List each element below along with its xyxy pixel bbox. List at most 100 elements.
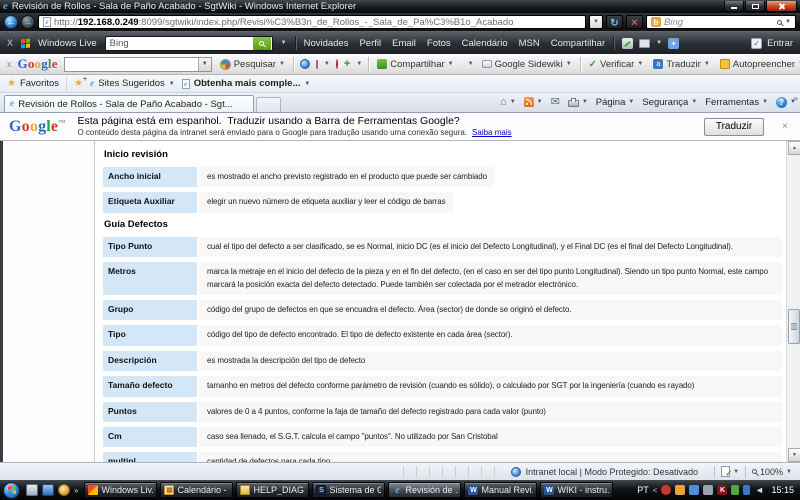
compatibility-view-button[interactable]: ▼ <box>721 466 739 477</box>
show-desktop-icon[interactable] <box>26 484 38 496</box>
chevron-down-icon[interactable]: ▼ <box>656 40 662 46</box>
word-icon: W <box>544 485 554 495</box>
add-contact-icon[interactable]: + <box>668 38 679 49</box>
popup-blocker-icon[interactable] <box>336 59 338 69</box>
live-menu-fotos[interactable]: Fotos <box>427 38 451 49</box>
tray-expand-button[interactable]: < <box>653 486 658 495</box>
definition-cell: tamanho en metros del defecto conforme p… <box>199 376 782 396</box>
taskbar-task-windows-live[interactable]: Windows Liv... <box>84 482 157 498</box>
feeds-button[interactable]: ▼ <box>524 97 543 107</box>
taskbar-task-manual[interactable]: W Manual Revi... <box>464 482 537 498</box>
tools-menu-button[interactable]: Ferramentas▼ <box>705 97 768 108</box>
google-search-input[interactable]: ▼ <box>64 57 212 72</box>
live-menu-perfil[interactable]: Perfil <box>359 38 381 49</box>
live-menu-novidades[interactable]: Novidades <box>304 38 349 49</box>
clock[interactable]: 15:15 <box>771 485 794 495</box>
security-menu-button[interactable]: Segurança▼ <box>642 97 697 108</box>
mobile-device-icon[interactable] <box>743 485 750 495</box>
page-menu-button[interactable]: Página▼ <box>596 97 635 108</box>
taskbar-task-revision[interactable]: e Revisión de ... <box>388 482 461 498</box>
autofill-button[interactable]: Autopreencher ▼ <box>718 58 800 71</box>
scrollbar-thumb[interactable] <box>788 309 800 344</box>
vertical-scrollbar[interactable]: ▲ ▼ <box>786 141 800 462</box>
live-search-dropdown-icon[interactable]: ▼ <box>281 40 287 46</box>
add-favorite-icon[interactable]: + <box>74 78 83 89</box>
home-button[interactable]: ▼ <box>500 97 516 108</box>
live-menu-msn[interactable]: MSN <box>519 38 540 49</box>
get-more-addons-button[interactable]: e Obtenha mais comple... ▼ <box>182 78 311 89</box>
definition-cell: marca la metraje en el inicio del defect… <box>199 262 782 295</box>
network-icon[interactable] <box>703 485 713 495</box>
add-gadget-icon[interactable]: + <box>344 59 350 70</box>
stop-button[interactable] <box>626 15 643 29</box>
battery-icon[interactable] <box>731 485 739 495</box>
tab-active[interactable]: e Revisión de Rollos - Sala de Paño Acab… <box>4 95 254 112</box>
definition-row: Metros marca la metraje en el inicio del… <box>103 262 782 295</box>
live-search-input[interactable]: Bing <box>105 36 273 51</box>
learn-more-link[interactable]: Saiba mais <box>472 128 512 137</box>
volume-icon[interactable]: ◄ <box>754 485 764 495</box>
language-indicator[interactable]: PT <box>637 485 649 495</box>
live-menu-email[interactable]: Email <box>392 38 416 49</box>
security-alert-icon[interactable] <box>661 485 671 495</box>
live-search-button[interactable] <box>253 37 271 50</box>
quick-launch-overflow-button[interactable]: » <box>74 486 78 495</box>
spellcheck-button[interactable]: Verificar ▼ <box>587 58 646 71</box>
new-tab-button[interactable] <box>256 97 281 112</box>
print-button[interactable]: ▼ <box>568 97 588 107</box>
maximize-button[interactable] <box>745 1 765 12</box>
suggested-sites-button[interactable]: e Sites Sugeridos ▼ <box>90 78 175 89</box>
section-header: Inicio revisión <box>104 149 782 160</box>
taskbar-task-sistema[interactable]: S Sistema de G... <box>312 482 385 498</box>
window-icon[interactable] <box>639 39 650 48</box>
address-dropdown-button[interactable]: ▼ <box>589 15 603 29</box>
chevron-down-icon[interactable]: ▼ <box>468 61 474 67</box>
command-overflow-button[interactable]: » <box>794 94 798 103</box>
refresh-button[interactable] <box>606 15 623 29</box>
earth-icon[interactable] <box>300 59 310 69</box>
share-button[interactable]: Compartilhar ▼ <box>375 58 455 71</box>
compose-icon[interactable] <box>622 38 633 49</box>
search-icon[interactable] <box>777 20 782 25</box>
start-button[interactable] <box>3 482 20 499</box>
favorites-button[interactable]: Favoritos <box>7 78 59 89</box>
google-logo: Google <box>18 56 58 72</box>
address-input[interactable]: e http://192.168.0.249:8099/sgtwiki/inde… <box>38 15 586 29</box>
scroll-up-button[interactable]: ▲ <box>788 141 800 155</box>
bookmarks-icon[interactable] <box>316 60 318 69</box>
google-search-dropdown[interactable]: ▼ <box>198 58 211 71</box>
live-toolbar-close-button[interactable]: X <box>7 38 13 48</box>
back-button[interactable] <box>4 15 18 29</box>
read-mail-button[interactable] <box>551 97 560 108</box>
chevron-down-icon[interactable]: ▼ <box>356 61 362 67</box>
people-icon[interactable] <box>689 485 699 495</box>
sign-in-button[interactable]: Entrar <box>751 38 793 49</box>
sidewiki-button[interactable]: Google Sidewiki ▼ <box>480 58 574 71</box>
taskbar-task-calendario[interactable]: ▦ Calendário - ... <box>160 482 233 498</box>
translate-confirm-button[interactable]: Traduzir <box>704 118 764 136</box>
live-menu-calendario[interactable]: Calendário <box>462 38 508 49</box>
notification-close-button[interactable]: × <box>782 121 788 132</box>
taskbar-task-wiki[interactable]: W WIKI - instru... <box>540 482 613 498</box>
windows-live-brand[interactable]: Windows Live <box>38 38 97 49</box>
google-toolbar-close-button[interactable]: x <box>7 59 12 69</box>
close-button[interactable] <box>766 1 797 12</box>
page-icon: e <box>182 79 190 89</box>
live-menu-compartilhar[interactable]: Compartilhar <box>551 38 605 49</box>
search-dropdown-icon[interactable]: ▼ <box>785 19 791 25</box>
scroll-down-button[interactable]: ▼ <box>788 448 800 462</box>
forward-button[interactable] <box>21 15 35 29</box>
minimize-button[interactable] <box>724 1 744 12</box>
antivirus-icon[interactable]: K <box>717 485 727 495</box>
taskbar-task-help-diag[interactable]: HELP_DIAG... <box>236 482 309 498</box>
bing-search-input[interactable]: b Bing ▼ <box>646 15 796 29</box>
zoom-control[interactable]: 100% ▼ <box>752 467 792 477</box>
google-search-button[interactable]: Pesquisar ▼ <box>218 58 287 71</box>
chevron-down-icon[interactable]: ▼ <box>324 61 330 67</box>
page-favicon-icon: e <box>43 17 51 27</box>
security-zone[interactable]: Intranet local | Modo Protegido: Desativ… <box>511 467 698 477</box>
messenger-icon[interactable] <box>675 485 685 495</box>
translate-button[interactable]: Traduzir ▼ <box>651 58 711 71</box>
switch-windows-icon[interactable] <box>42 484 54 496</box>
meeting-space-icon[interactable] <box>58 484 70 496</box>
